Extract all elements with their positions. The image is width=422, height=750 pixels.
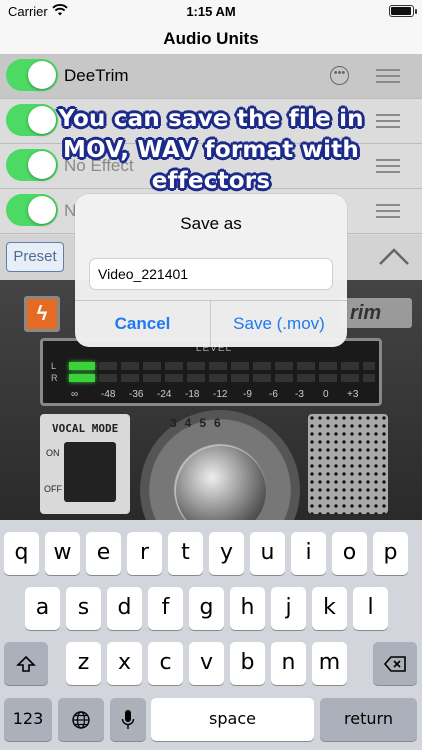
return-key[interactable]: return bbox=[320, 698, 417, 741]
scale-tick: -12 bbox=[213, 389, 228, 400]
chevron-up-icon[interactable] bbox=[378, 245, 410, 267]
scale-tick: 0 bbox=[323, 389, 329, 400]
globe-icon bbox=[72, 710, 90, 729]
shift-key[interactable] bbox=[4, 642, 48, 685]
clock: 1:15 AM bbox=[186, 4, 236, 19]
keyboard: q w e r t y u i o p a s d f g h j k l z … bbox=[0, 520, 422, 750]
key[interactable]: b bbox=[230, 642, 265, 685]
battery-icon bbox=[389, 5, 417, 17]
promo-line-1: You can save the file in bbox=[58, 106, 364, 132]
key[interactable]: r bbox=[127, 532, 162, 575]
level-meter: LEVEL L R ∞ -48 -36 -24 -18 -12 -9 -6 -3… bbox=[40, 338, 382, 406]
key[interactable]: n bbox=[271, 642, 306, 685]
unit-label: DeeTrim bbox=[64, 66, 129, 85]
enable-toggle[interactable] bbox=[6, 194, 58, 226]
key[interactable]: w bbox=[45, 532, 80, 575]
scale-tick: -3 bbox=[295, 389, 304, 400]
on-label: ON bbox=[46, 448, 60, 458]
key[interactable]: y bbox=[209, 532, 244, 575]
save-as-dialog: Save as Video_221401 Cancel Save (.mov) bbox=[75, 194, 347, 347]
key[interactable]: o bbox=[332, 532, 367, 575]
scale-tick: -6 bbox=[269, 389, 278, 400]
save-mov-button[interactable]: Save (.mov) bbox=[211, 301, 347, 347]
more-options-icon[interactable]: ••• bbox=[330, 66, 349, 85]
vocal-mode-switch[interactable] bbox=[64, 442, 116, 502]
dialog-title: Save as bbox=[180, 214, 242, 233]
mic-key[interactable] bbox=[110, 698, 146, 741]
meter-left-label: L bbox=[51, 361, 57, 371]
key[interactable]: x bbox=[107, 642, 142, 685]
key[interactable]: p bbox=[373, 532, 408, 575]
key[interactable]: m bbox=[312, 642, 347, 685]
key[interactable]: v bbox=[189, 642, 224, 685]
key[interactable]: c bbox=[148, 642, 183, 685]
key[interactable]: z bbox=[66, 642, 101, 685]
speaker-grill bbox=[308, 414, 388, 514]
meter-led bbox=[69, 374, 95, 382]
scale-tick: -9 bbox=[243, 389, 252, 400]
key[interactable]: h bbox=[230, 587, 265, 630]
status-bar: Carrier 1:15 AM bbox=[0, 0, 422, 24]
dialog-buttons: Cancel Save (.mov) bbox=[75, 300, 347, 347]
vocal-mode-panel: VOCAL MODE ON OFF bbox=[40, 414, 130, 514]
reorder-grip-icon[interactable] bbox=[376, 69, 400, 83]
reorder-grip-icon[interactable] bbox=[376, 204, 400, 218]
scale-tick: -48 bbox=[101, 389, 116, 400]
meter-cells bbox=[99, 362, 375, 370]
key[interactable]: g bbox=[189, 587, 224, 630]
key[interactable]: q bbox=[4, 532, 39, 575]
meter-cells bbox=[99, 374, 375, 382]
key[interactable]: u bbox=[250, 532, 285, 575]
shift-icon bbox=[16, 655, 36, 672]
cancel-button[interactable]: Cancel bbox=[75, 301, 211, 347]
key[interactable]: e bbox=[86, 532, 121, 575]
key[interactable]: f bbox=[148, 587, 183, 630]
numbers-key[interactable]: 123 bbox=[4, 698, 52, 741]
delete-key[interactable] bbox=[373, 642, 417, 685]
filename-field[interactable]: Video_221401 bbox=[89, 258, 333, 290]
globe-key[interactable] bbox=[58, 698, 104, 741]
key[interactable]: d bbox=[107, 587, 142, 630]
vocal-mode-label: VOCAL MODE bbox=[52, 422, 119, 435]
meter-right-label: R bbox=[51, 373, 58, 383]
scale-tick: ∞ bbox=[71, 389, 79, 400]
space-key[interactable]: space bbox=[151, 698, 314, 741]
key[interactable]: t bbox=[168, 532, 203, 575]
delete-backspace-icon bbox=[383, 655, 406, 672]
promo-line-2: MOV, WAV format with effectors bbox=[63, 137, 359, 194]
key[interactable]: k bbox=[312, 587, 347, 630]
promo-banner: You can save the file in MOV, WAV format… bbox=[0, 104, 422, 197]
key[interactable]: i bbox=[291, 532, 326, 575]
scale-tick: +3 bbox=[347, 389, 359, 400]
off-label: OFF bbox=[44, 484, 62, 494]
power-icon[interactable]: ϟ bbox=[24, 296, 60, 332]
key[interactable]: a bbox=[25, 587, 60, 630]
key[interactable]: j bbox=[271, 587, 306, 630]
meter-led bbox=[69, 362, 95, 370]
scale-tick: -18 bbox=[185, 389, 200, 400]
knob-scale: 3456 bbox=[170, 416, 229, 430]
preset-button[interactable]: Preset bbox=[6, 242, 64, 272]
microphone-icon bbox=[121, 709, 135, 729]
list-item[interactable]: DeeTrim ••• bbox=[0, 54, 422, 99]
enable-toggle[interactable] bbox=[6, 59, 58, 91]
key[interactable]: s bbox=[66, 587, 101, 630]
nav-title: Audio Units bbox=[0, 24, 422, 54]
scale-tick: -36 bbox=[129, 389, 144, 400]
plugin-logo: rim bbox=[340, 298, 412, 328]
scale-tick: -24 bbox=[157, 389, 172, 400]
key[interactable]: l bbox=[353, 587, 388, 630]
